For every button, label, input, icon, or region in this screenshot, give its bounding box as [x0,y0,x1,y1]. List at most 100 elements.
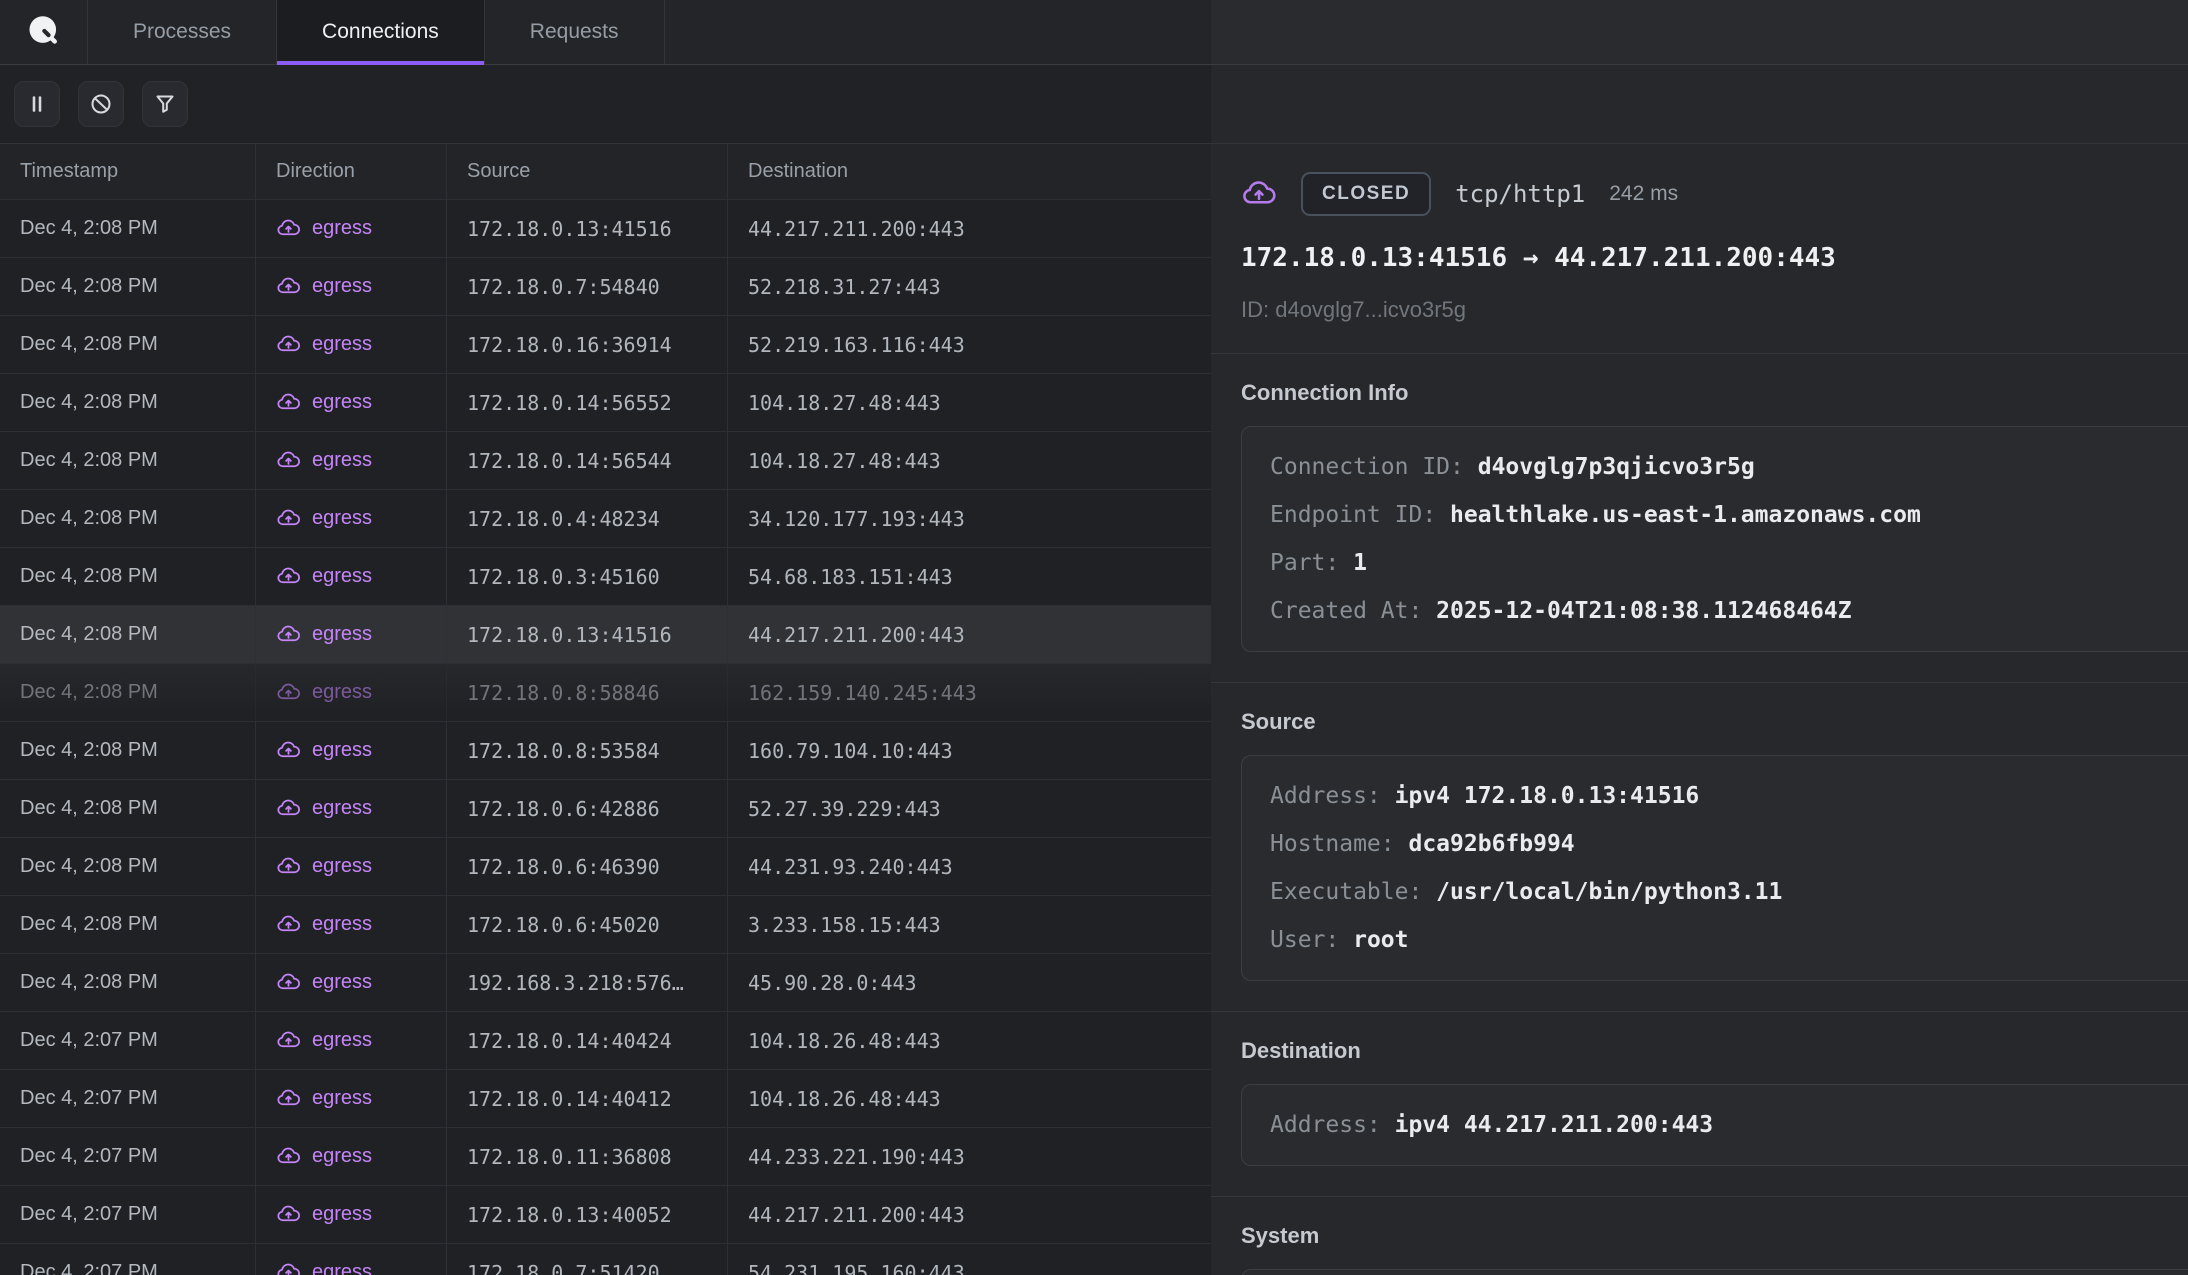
timestamp-cell: Dec 4, 2:07 PM [0,1012,256,1069]
direction-cell: egress [256,954,447,1011]
table-row[interactable]: Dec 4, 2:08 PM egress 172.18.0.16:36914 … [0,316,1211,374]
destination-cell: 34.120.177.193:443 [728,490,1211,547]
tab-processes[interactable]: Processes [88,0,277,64]
column-header-destination[interactable]: Destination [728,144,1211,199]
connections-table: Timestamp Direction Source Destination D… [0,144,1211,1275]
source-cell: 172.18.0.14:56552 [447,374,728,431]
source-cell: 172.18.0.14:40424 [447,1012,728,1069]
direction-cell: egress [256,548,447,605]
source-cell: 172.18.0.13:41516 [447,200,728,257]
timestamp-cell: Dec 4, 2:08 PM [0,722,256,779]
direction-label: egress [312,681,372,704]
field-label: Address: [1270,1112,1395,1138]
connection-detail-panel: CLOSED tcp/http1 242 ms 172.18.0.13:4151… [1211,0,2188,1275]
source-cell: 172.18.0.3:45160 [447,548,728,605]
direction-cell: egress [256,1244,447,1275]
table-row[interactable]: Dec 4, 2:08 PM egress 172.18.0.13:41516 … [0,606,1211,664]
field-value: ipv4 172.18.0.13:41516 [1395,783,1700,809]
field-row: User: root [1270,916,2169,964]
tab-requests[interactable]: Requests [485,0,665,64]
filter-button[interactable] [142,81,188,127]
block-button[interactable] [78,81,124,127]
table-row[interactable]: Dec 4, 2:08 PM egress 172.18.0.8:58846 1… [0,664,1211,722]
table-row[interactable]: Dec 4, 2:08 PM egress 172.18.0.3:45160 5… [0,548,1211,606]
direction-cell: egress [256,780,447,837]
detail-sections: Connection Info Connection ID: d4ovglg7p… [1211,353,2188,1275]
destination-cell: 160.79.104.10:443 [728,722,1211,779]
ban-icon [89,92,113,116]
destination-cell: 104.18.26.48:443 [728,1012,1211,1069]
tab-bar: Processes Connections Requests [0,0,1211,65]
cloud-egress-icon [276,1144,301,1169]
source-cell: 172.18.0.8:53584 [447,722,728,779]
tab-connections[interactable]: Connections [277,0,485,64]
direction-label: egress [312,739,372,762]
source-cell: 172.18.0.4:48234 [447,490,728,547]
table-row[interactable]: Dec 4, 2:08 PM egress 172.18.0.7:54840 5… [0,258,1211,316]
table-row[interactable]: Dec 4, 2:08 PM egress 172.18.0.4:48234 3… [0,490,1211,548]
section-card: Hostname: qpoint Agent: tap Agent Instan… [1241,1269,2188,1275]
direction-cell: egress [256,490,447,547]
field-value: healthlake.us-east-1.amazonaws.com [1450,502,1921,528]
cloud-egress-icon [276,390,301,415]
table-row[interactable]: Dec 4, 2:08 PM egress 172.18.0.6:45020 3… [0,896,1211,954]
column-header-direction[interactable]: Direction [256,144,447,199]
field-label: Part: [1270,550,1353,576]
destination-cell: 52.219.163.116:443 [728,316,1211,373]
table-row[interactable]: Dec 4, 2:07 PM egress 172.18.0.7:51420 5… [0,1244,1211,1275]
direction-label: egress [312,623,372,646]
source-cell: 172.18.0.7:51420 [447,1244,728,1275]
destination-cell: 44.233.221.190:443 [728,1128,1211,1185]
field-value: 1 [1353,550,1367,576]
table-row[interactable]: Dec 4, 2:08 PM egress 192.168.3.218:576…… [0,954,1211,1012]
table-row[interactable]: Dec 4, 2:08 PM egress 172.18.0.14:56544 … [0,432,1211,490]
table-row[interactable]: Dec 4, 2:08 PM egress 172.18.0.8:53584 1… [0,722,1211,780]
source-cell: 172.18.0.8:58846 [447,664,728,721]
table-row[interactable]: Dec 4, 2:07 PM egress 172.18.0.14:40424 … [0,1012,1211,1070]
logo-button[interactable] [0,0,88,64]
cloud-egress-icon [276,680,301,705]
section-title: System [1241,1223,2158,1249]
cloud-egress-icon [276,622,301,647]
table-row[interactable]: Dec 4, 2:08 PM egress 172.18.0.6:42886 5… [0,780,1211,838]
timestamp-cell: Dec 4, 2:08 PM [0,838,256,895]
cloud-egress-icon [276,854,301,879]
field-row: Part: 1 [1270,539,2169,587]
direction-cell: egress [256,1012,447,1069]
protocol-label: tcp/http1 [1455,180,1585,208]
table-row[interactable]: Dec 4, 2:08 PM egress 172.18.0.6:46390 4… [0,838,1211,896]
direction-label: egress [312,1029,372,1052]
source-cell: 172.18.0.6:45020 [447,896,728,953]
table-row[interactable]: Dec 4, 2:08 PM egress 172.18.0.14:56552 … [0,374,1211,432]
qpoint-logo-icon [23,11,65,53]
cloud-egress-icon [276,564,301,589]
destination-cell: 104.18.26.48:443 [728,1070,1211,1127]
cloud-egress-icon [276,1028,301,1053]
cloud-egress-icon [276,912,301,937]
column-header-timestamp[interactable]: Timestamp [0,144,256,199]
direction-label: egress [312,217,372,240]
table-row[interactable]: Dec 4, 2:07 PM egress 172.18.0.11:36808 … [0,1128,1211,1186]
pause-button[interactable] [14,81,60,127]
field-label: Endpoint ID: [1270,502,1450,528]
timestamp-cell: Dec 4, 2:08 PM [0,258,256,315]
direction-label: egress [312,1203,372,1226]
field-value: 2025-12-04T21:08:38.112468464Z [1436,598,1851,624]
table-row[interactable]: Dec 4, 2:08 PM egress 172.18.0.13:41516 … [0,200,1211,258]
cloud-egress-icon [276,274,301,299]
direction-cell: egress [256,606,447,663]
column-header-source[interactable]: Source [447,144,728,199]
timestamp-cell: Dec 4, 2:08 PM [0,896,256,953]
source-cell: 192.168.3.218:576… [447,954,728,1011]
field-label: Executable: [1270,879,1436,905]
field-row: Address: ipv4 172.18.0.13:41516 [1270,772,2169,820]
field-value: d4ovglg7p3qjicvo3r5g [1478,454,1755,480]
destination-cell: 52.218.31.27:443 [728,258,1211,315]
timestamp-cell: Dec 4, 2:07 PM [0,1128,256,1185]
table-row[interactable]: Dec 4, 2:07 PM egress 172.18.0.14:40412 … [0,1070,1211,1128]
destination-cell: 3.233.158.15:443 [728,896,1211,953]
filter-icon [153,92,177,116]
direction-cell: egress [256,200,447,257]
timestamp-cell: Dec 4, 2:08 PM [0,664,256,721]
table-row[interactable]: Dec 4, 2:07 PM egress 172.18.0.13:40052 … [0,1186,1211,1244]
